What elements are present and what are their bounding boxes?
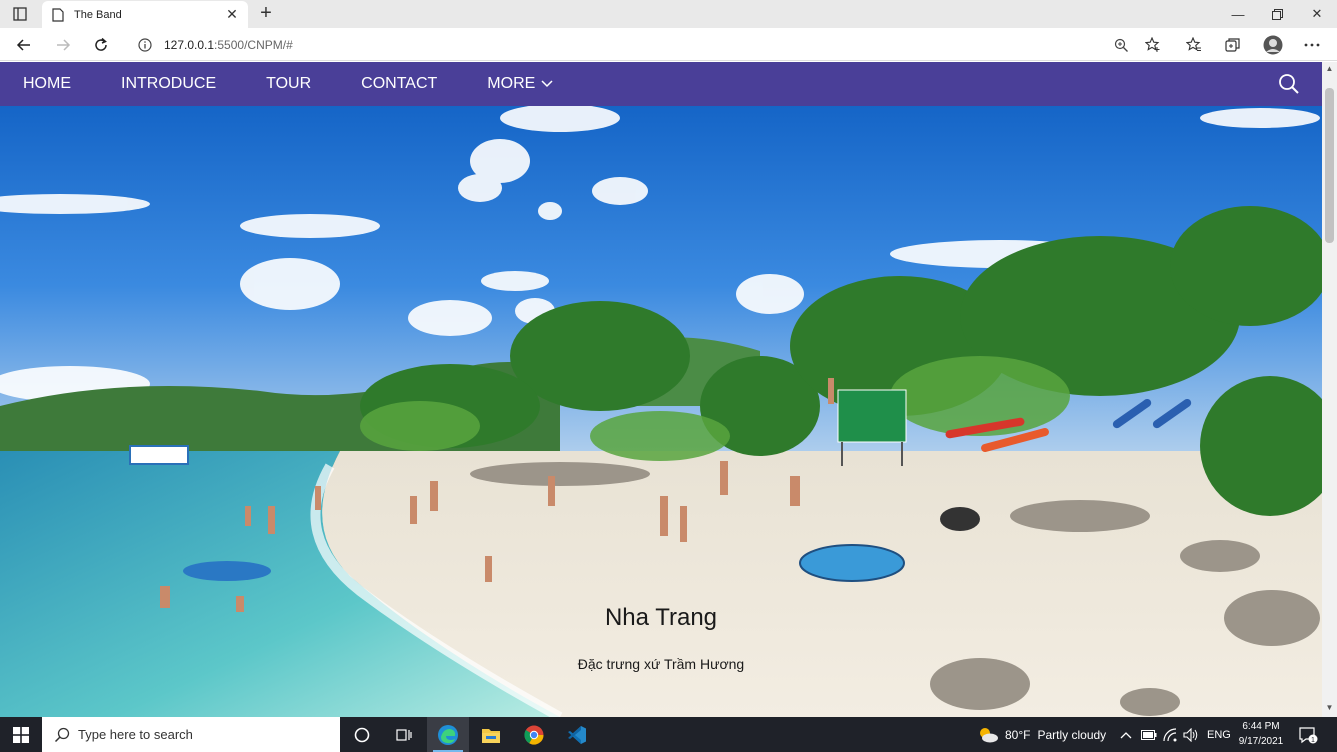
profile-avatar[interactable] [1260,32,1286,58]
edge-browser-icon[interactable] [427,717,469,752]
weather-temp: 80°F [1005,727,1031,742]
minimize-icon[interactable]: — [1218,0,1258,28]
page-viewport: HOME INTRODUCE TOUR CONTACT MORE Nha Tra… [0,62,1322,717]
scroll-thumb[interactable] [1325,88,1334,243]
cortana-icon[interactable] [341,717,383,752]
more-options-icon[interactable] [1299,32,1325,58]
weather-widget[interactable]: 80°F Partly cloudy [977,717,1106,752]
system-clock[interactable]: 6:44 PM 9/17/2021 [1232,719,1290,749]
page-scrollbar[interactable]: ▲ ▼ [1322,62,1337,717]
refresh-icon[interactable] [88,32,114,58]
back-arrow-icon[interactable] [11,32,37,58]
file-explorer-icon[interactable] [470,717,512,752]
taskbar-search-input[interactable]: Type here to search [42,717,340,752]
hero-title: Nha Trang [604,604,718,631]
tab-title: The Band [74,8,122,21]
forward-arrow-icon[interactable] [50,32,76,58]
add-favorite-icon[interactable] [1140,32,1166,58]
weather-desc: Partly cloudy [1037,727,1107,742]
nav-more-label: MORE [487,75,536,92]
address-bar[interactable]: 127.0.0.1:5500/CNPM/# [125,31,1172,58]
task-view-icon[interactable] [383,717,425,752]
partly-cloudy-icon [980,727,998,742]
search-icon [54,727,70,742]
scroll-down-arrow-icon[interactable]: ▼ [1322,703,1337,715]
vscode-icon[interactable] [556,717,598,752]
notification-count: 1 [1311,737,1315,744]
close-tab-icon[interactable]: ✕ [224,6,240,23]
battery-icon[interactable] [1141,717,1157,752]
wifi-icon[interactable] [1163,717,1177,752]
info-icon[interactable] [137,37,153,53]
restore-icon[interactable] [1257,0,1297,28]
browser-tab-strip: The Band ✕ + — ✕ [0,0,1337,28]
url-text: 127.0.0.1:5500/CNPM/# [164,37,293,52]
nav-more[interactable]: MORE [462,62,578,106]
tray-chevron-up-icon[interactable] [1120,717,1132,752]
browser-tab[interactable]: The Band ✕ [42,1,248,28]
zoom-icon[interactable] [1108,32,1134,58]
clock-time: 6:44 PM [1242,721,1280,732]
scroll-up-arrow-icon[interactable]: ▲ [1322,64,1337,76]
favorites-icon[interactable] [1181,32,1207,58]
hero-image: Nha Trang Đặc trưng xứ Trầm Hương [0,106,1322,717]
nav-tour[interactable]: TOUR [241,62,336,106]
chevron-down-icon [541,80,553,88]
language-indicator[interactable]: ENG [1207,717,1231,752]
notification-icon[interactable]: 1 [1298,725,1318,745]
clock-date: 9/17/2021 [1238,736,1284,747]
collections-icon[interactable] [1220,32,1246,58]
windows-start-icon[interactable] [0,717,42,752]
search-icon[interactable] [1278,73,1300,95]
new-tab-button[interactable]: + [256,3,276,25]
search-placeholder: Type here to search [78,727,193,742]
hero-subtitle: Đặc trưng xứ Trầm Hương [577,656,745,672]
close-window-icon[interactable]: ✕ [1297,0,1337,28]
nav-introduce[interactable]: INTRODUCE [96,62,241,106]
page-icon [50,7,66,23]
taskbar: Type here to search 80°F Partly cloudy E… [0,717,1337,752]
volume-icon[interactable] [1183,717,1199,752]
chrome-icon[interactable] [513,717,555,752]
nav-home[interactable]: HOME [0,62,96,106]
tab-actions-icon[interactable] [8,4,32,24]
browser-toolbar: 127.0.0.1:5500/CNPM/# [0,28,1337,61]
site-navbar: HOME INTRODUCE TOUR CONTACT MORE [0,62,1322,106]
nav-contact[interactable]: CONTACT [336,62,462,106]
